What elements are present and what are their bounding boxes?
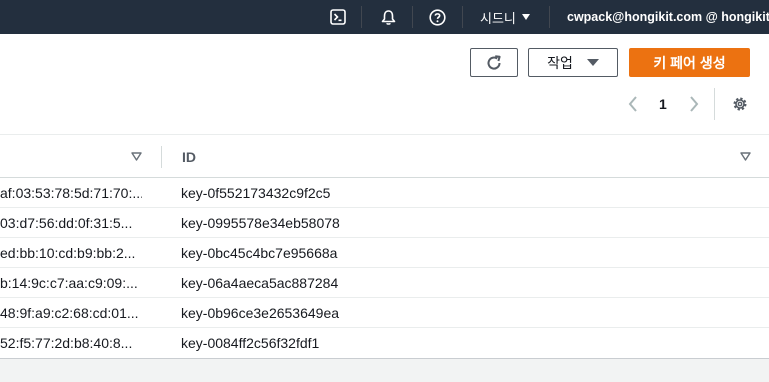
fingerprint-cell: af:03:53:78:5d:71:70:... (0, 185, 142, 201)
gear-icon (733, 97, 747, 111)
fingerprint-cell: 03:d7:56:dd:0f:31:5... (0, 215, 133, 231)
pager-divider (714, 88, 715, 120)
cloudshell-icon (330, 9, 346, 25)
preferences-button[interactable] (731, 93, 749, 115)
account-menu[interactable]: cwpack@hongikit.com @ hongikit (567, 0, 769, 34)
fingerprint-cell: 52:f5:77:2d:b8:40:8... (0, 335, 133, 351)
column-divider (161, 146, 162, 168)
next-page-button[interactable] (688, 93, 700, 115)
table-row[interactable]: ed:bb:10:cd:b9:bb:2... key-0bc45c4bc7e95… (0, 238, 769, 268)
chevron-left-icon (628, 96, 637, 112)
notifications-button[interactable] (380, 0, 397, 34)
sort-icon[interactable] (131, 152, 142, 161)
region-label: 시드니 (480, 10, 516, 26)
help-button[interactable] (429, 0, 446, 34)
table-row[interactable]: b:14:9c:c7:aa:c9:09:... key-06a4aeca5ac8… (0, 268, 769, 298)
caret-down-icon (521, 14, 530, 20)
table-row[interactable]: af:03:53:78:5d:71:70:... key-0f552173432… (0, 178, 769, 208)
key-id-cell: key-06a4aeca5ac887284 (181, 275, 339, 291)
nav-divider (361, 6, 362, 28)
help-icon (429, 8, 446, 26)
key-id-cell: key-0995578e34eb58078 (181, 215, 340, 231)
bell-icon (381, 9, 396, 25)
fingerprint-cell: 48:9f:a9:c2:68:cd:01... (0, 305, 139, 321)
nav-divider (462, 6, 463, 28)
key-id-cell: key-0b96ce3e2653649ea (181, 305, 340, 321)
actions-label: 작업 (547, 54, 573, 71)
create-key-pair-label: 키 페어 생성 (653, 54, 726, 71)
current-page-label: 1 (659, 96, 667, 112)
page-background (0, 359, 769, 382)
chevron-right-icon (690, 96, 699, 112)
fingerprint-cell: ed:bb:10:cd:b9:bb:2... (0, 245, 136, 261)
key-id-cell: key-0f552173432c9f2c5 (181, 185, 331, 201)
previous-page-button[interactable] (627, 93, 639, 115)
sort-icon[interactable] (740, 152, 751, 161)
top-navigation-bar: 시드니 cwpack@hongikit.com @ hongikit (0, 0, 769, 34)
account-label: cwpack@hongikit.com @ hongikit (567, 10, 769, 24)
region-selector[interactable]: 시드니 (480, 0, 530, 34)
refresh-button[interactable] (470, 48, 518, 77)
table-row[interactable]: 48:9f:a9:c2:68:cd:01... key-0b96ce3e2653… (0, 298, 769, 328)
key-id-cell: key-0084ff2c56f32fdf1 (181, 335, 320, 351)
table-header: ID (0, 134, 769, 178)
caret-down-icon (586, 59, 599, 66)
fingerprint-cell: b:14:9c:c7:aa:c9:09:... (0, 275, 138, 291)
key-id-cell: key-0bc45c4bc7e95668a (181, 245, 338, 261)
table-row[interactable]: 03:d7:56:dd:0f:31:5... key-0995578e34eb5… (0, 208, 769, 238)
nav-divider (549, 6, 550, 28)
nav-divider (412, 6, 413, 28)
page-number-1[interactable]: 1 (659, 93, 667, 115)
table-row[interactable]: 52:f5:77:2d:b8:40:8... key-0084ff2c56f32… (0, 328, 769, 358)
column-header-id[interactable]: ID (182, 149, 196, 165)
refresh-icon (487, 54, 501, 70)
cloudshell-button[interactable] (330, 0, 346, 34)
key-pairs-panel: 작업 키 페어 생성 1 ID af:03:53:78:5d:71:70:...… (0, 34, 769, 359)
actions-dropdown[interactable]: 작업 (528, 48, 618, 77)
create-key-pair-button[interactable]: 키 페어 생성 (629, 48, 750, 77)
